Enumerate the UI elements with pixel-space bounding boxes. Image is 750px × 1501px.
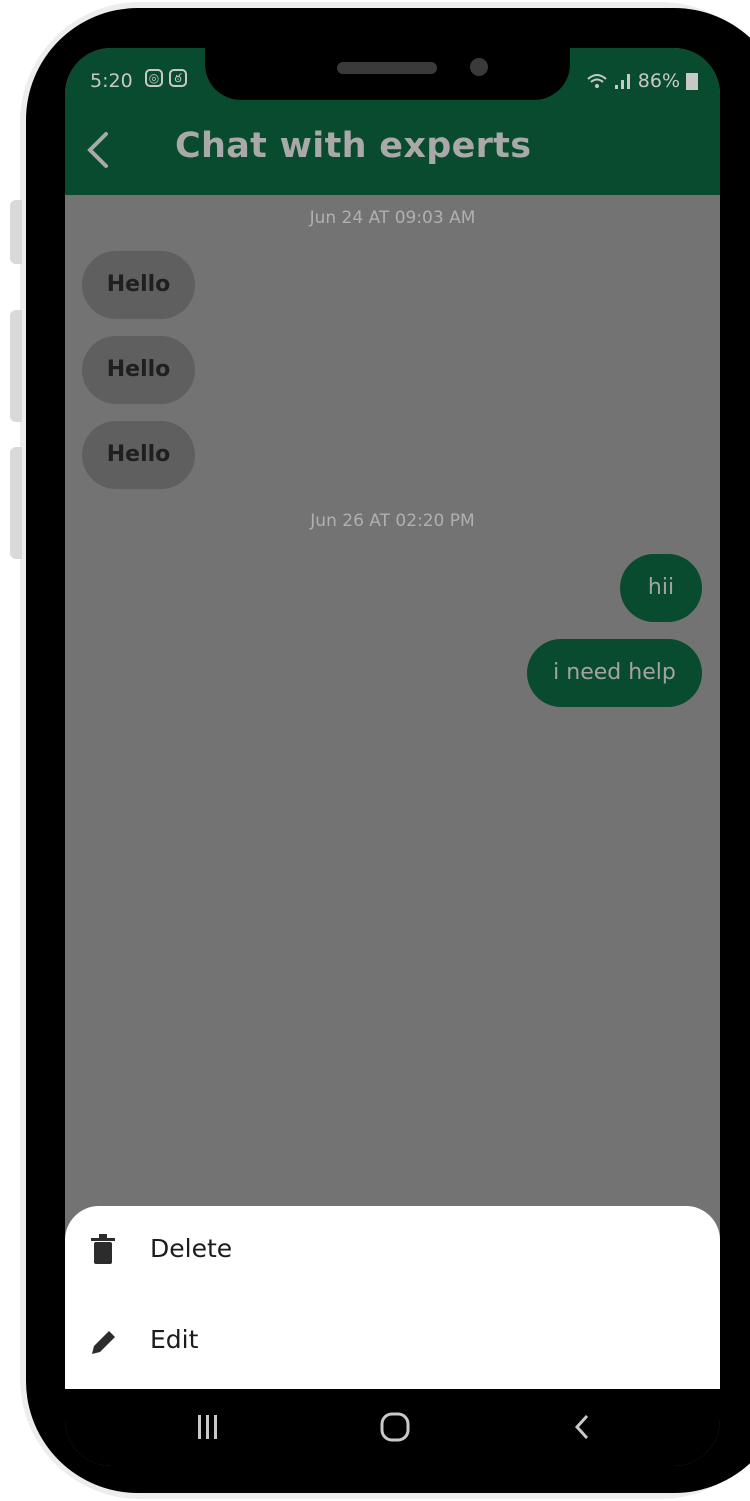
camera-notch <box>205 48 570 100</box>
battery-percent: 86% <box>637 70 680 92</box>
phone-screen: 5:20 ◎ ఠ 86% Chat with experts Jun 24 AT… <box>65 48 720 1466</box>
edit-label: Edit <box>150 1325 199 1354</box>
instagram-icon: ◎ <box>145 69 163 87</box>
back-button[interactable] <box>80 128 120 172</box>
chevron-left-icon <box>87 132 108 168</box>
date-separator: Jun 26 AT 02:20 PM <box>310 511 475 531</box>
outgoing-message[interactable]: i need help <box>527 639 702 707</box>
recent-apps-button[interactable] <box>178 1407 238 1447</box>
earpiece <box>337 62 437 74</box>
front-camera <box>470 58 488 76</box>
home-button[interactable] <box>365 1407 425 1447</box>
device-side-button <box>10 200 22 264</box>
status-right: 86% <box>586 70 698 92</box>
device-volume-down <box>10 447 22 559</box>
nav-back-button[interactable] <box>552 1407 612 1447</box>
trash-icon <box>91 1234 115 1264</box>
delete-label: Delete <box>150 1234 233 1263</box>
delete-action[interactable]: Delete <box>65 1210 720 1290</box>
device-volume-up <box>10 310 22 422</box>
system-nav-bar <box>65 1389 720 1466</box>
edit-action[interactable]: Edit <box>65 1301 720 1381</box>
app-bar: 5:20 ◎ ఠ 86% Chat with experts <box>65 48 720 195</box>
page-title: Chat with experts <box>175 126 532 166</box>
date-separator: Jun 24 AT 09:03 AM <box>309 208 476 228</box>
outgoing-message[interactable]: hii <box>620 554 702 622</box>
home-icon <box>380 1412 410 1442</box>
battery-icon <box>686 72 698 90</box>
incoming-message[interactable]: Hello <box>82 336 195 404</box>
wifi-icon <box>587 74 607 88</box>
status-time: 5:20 <box>90 70 133 92</box>
notification-icons: ◎ ఠ <box>145 69 187 87</box>
recent-apps-icon <box>198 1415 217 1439</box>
signal-icon <box>614 74 630 89</box>
incoming-message[interactable]: Hello <box>82 421 195 489</box>
app-notification-icon: ఠ <box>169 69 187 87</box>
back-arrow-icon <box>574 1414 589 1440</box>
message-actions-sheet: Delete Edit <box>65 1206 720 1389</box>
pencil-icon <box>92 1331 115 1354</box>
incoming-message[interactable]: Hello <box>82 251 195 319</box>
